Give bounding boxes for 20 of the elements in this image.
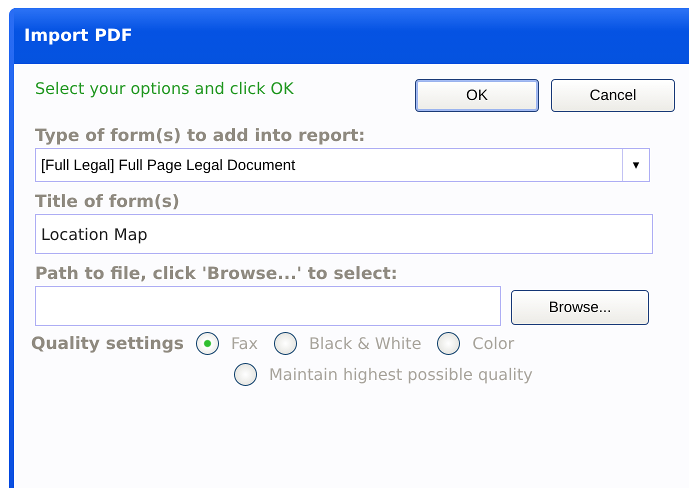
field-label: Path to file, click 'Browse...' to select: <box>35 263 398 286</box>
field-label: Title of form(s) <box>35 191 180 214</box>
radio-button[interactable] <box>437 332 460 355</box>
option-label: Maintain highest possible quality <box>269 365 533 384</box>
option-label: Color <box>472 334 514 353</box>
window-title: Import PDF <box>24 26 132 46</box>
browse-button[interactable]: Browse... <box>511 290 649 324</box>
path-field[interactable] <box>35 286 501 326</box>
title-field[interactable]: Location Map <box>35 214 653 254</box>
form-type-dropdown[interactable]: [Full Legal] Full Page Legal Document ▾ <box>35 148 650 182</box>
instruction-text: Select your options and click OK <box>35 78 295 100</box>
option-label: Fax <box>230 334 258 353</box>
radio-button[interactable] <box>274 332 297 355</box>
radio-button[interactable] <box>196 332 219 355</box>
cancel-button[interactable]: Cancel <box>551 79 675 112</box>
quality-label: Quality settings <box>31 334 184 354</box>
field-label: Type of form(s) to add into report: <box>35 125 366 148</box>
radio-button[interactable] <box>234 363 257 386</box>
option-label: Black & White <box>308 334 422 353</box>
ok-button[interactable]: OK <box>415 79 539 112</box>
